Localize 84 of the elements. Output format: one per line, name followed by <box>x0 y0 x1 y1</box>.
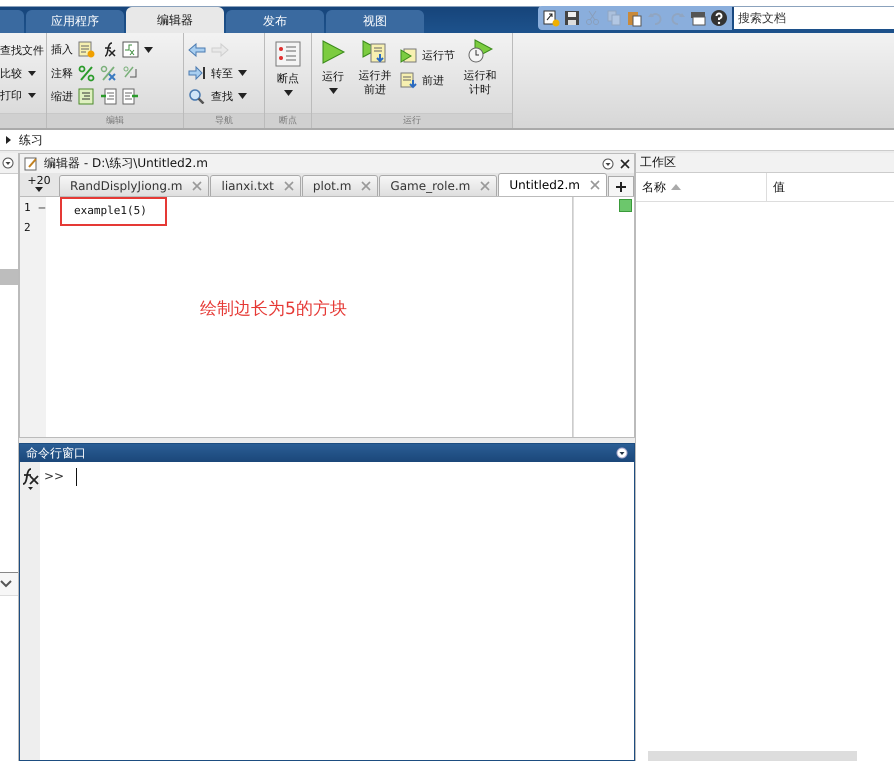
run-button[interactable]: 运行 <box>322 69 344 84</box>
ribbon-button[interactable]: 缩进 <box>51 88 73 104</box>
zoom-control[interactable]: +20 <box>27 174 51 187</box>
column-header[interactable]: 值 <box>766 173 894 201</box>
search-field[interactable]: 搜索文档 <box>734 7 894 29</box>
file-tab[interactable]: plot.m <box>302 175 378 196</box>
line-number: 2 <box>24 221 31 236</box>
ribbon-button[interactable]: 运行节 <box>422 48 456 63</box>
folder-path[interactable]: 练习 <box>19 132 43 148</box>
file-tab[interactable]: RandDisplyJiong.m <box>59 175 210 196</box>
ribbon-tab[interactable]: 编辑器 <box>126 7 224 33</box>
breakpoints-button[interactable]: 断点 <box>277 71 299 86</box>
file-tab[interactable]: Untitled2.m <box>498 173 607 196</box>
caret-icon[interactable] <box>328 88 338 94</box>
caret-icon[interactable] <box>28 70 36 76</box>
status-indicator <box>618 199 632 212</box>
paste-icon[interactable] <box>626 9 644 27</box>
decrease-indent-icon[interactable] <box>122 88 139 105</box>
goto-icon[interactable] <box>188 65 206 81</box>
increase-indent-icon[interactable] <box>100 88 117 105</box>
ribbon-button[interactable]: 查找 <box>211 88 233 104</box>
command-prompt: >> <box>44 468 64 483</box>
chevron-down-icon[interactable] <box>0 580 12 588</box>
ribbon-button[interactable]: 查找文件 <box>0 42 44 58</box>
help-icon[interactable] <box>710 9 728 27</box>
caret-icon[interactable] <box>28 93 36 98</box>
panel-menu-icon[interactable] <box>2 157 14 169</box>
ribbon-button[interactable]: 插入 <box>51 42 73 58</box>
run-advance-button[interactable]: 运行并前进 <box>358 69 392 98</box>
group-label: 运行 <box>312 113 512 128</box>
function-file-icon[interactable] <box>122 41 139 58</box>
function-icon[interactable] <box>20 466 40 490</box>
file-tab[interactable]: lianxi.txt <box>210 175 301 196</box>
search-icon[interactable] <box>188 88 206 104</box>
line-marker: – <box>38 201 46 216</box>
annotation-text: 绘制边长为5的方块 <box>200 298 347 320</box>
ribbon-button[interactable]: 注释 <box>51 66 73 80</box>
line-number: 1 <box>24 201 31 216</box>
column-header[interactable]: 名称 <box>636 173 767 201</box>
group-label: 断点 <box>265 113 311 128</box>
group-label: 导航 <box>184 113 264 128</box>
indent-icon[interactable] <box>78 88 95 105</box>
ribbon-button[interactable]: 前进 <box>422 73 444 88</box>
caret-icon[interactable] <box>284 90 292 96</box>
caret-icon[interactable] <box>238 70 247 76</box>
expand-arrow-icon[interactable] <box>6 136 11 144</box>
ribbon-button[interactable]: 转至 <box>211 66 233 80</box>
run-section-icon[interactable] <box>400 47 418 64</box>
group-label: 编辑 <box>47 113 183 128</box>
uncomment-icon[interactable] <box>100 64 117 82</box>
code-line: example1(5) <box>74 204 147 217</box>
insert-icon[interactable] <box>78 41 95 58</box>
panel-title: 命令行窗口 <box>26 444 86 462</box>
ribbon-tab[interactable]: 视图 <box>326 10 424 33</box>
plus-icon[interactable] <box>614 180 627 192</box>
text-cursor <box>76 468 78 486</box>
run-and-time-icon[interactable] <box>467 39 494 65</box>
back-arrow-icon[interactable] <box>188 42 206 58</box>
breakpoints-icon[interactable] <box>275 41 301 67</box>
save-icon[interactable] <box>563 9 581 27</box>
editor-title: 编辑器 - D:\练习\Untitled2.m <box>44 155 208 172</box>
advance-icon[interactable] <box>400 72 418 89</box>
ribbon-tab[interactable]: 发布 <box>226 10 324 33</box>
run-and-time-button[interactable]: 运行和计时 <box>463 69 498 98</box>
caret-icon[interactable] <box>238 93 247 99</box>
panel-menu-icon[interactable] <box>602 158 614 170</box>
panel-title: 工作区 <box>636 153 894 173</box>
close-icon[interactable] <box>620 158 630 168</box>
ribbon-button[interactable]: 打印 <box>0 88 36 104</box>
panel-menu-icon[interactable] <box>616 447 628 459</box>
caret-icon[interactable] <box>144 46 153 53</box>
windows-icon[interactable] <box>689 9 707 27</box>
new-file-icon[interactable] <box>542 9 560 27</box>
ribbon-button[interactable]: 比较 <box>0 66 36 80</box>
play-icon[interactable] <box>320 39 346 65</box>
comment-icon[interactable] <box>78 64 95 82</box>
caret-icon[interactable] <box>35 187 43 192</box>
edit-document-icon <box>24 156 38 170</box>
ribbon-tab[interactable]: 应用程序 <box>26 10 124 33</box>
new-tab-button[interactable] <box>608 176 634 196</box>
details-dropdown[interactable] <box>0 572 18 596</box>
run-advance-icon[interactable] <box>362 39 388 65</box>
file-tab[interactable]: Game_role.m <box>379 175 498 196</box>
scrollbar[interactable] <box>648 751 857 761</box>
